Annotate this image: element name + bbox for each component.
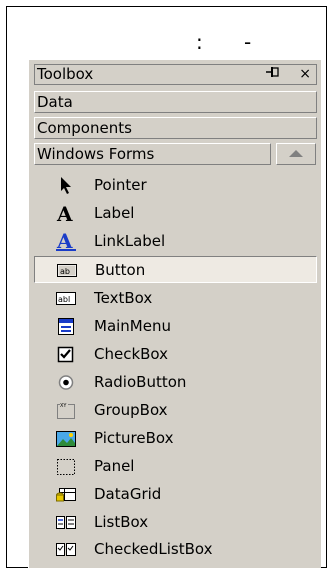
listbox-icon <box>56 513 76 532</box>
toolbox-title: Toolbox <box>37 65 94 83</box>
tab-windows-forms[interactable]: Windows Forms <box>34 143 271 165</box>
toolbox-item-label: Pointer <box>94 176 147 194</box>
toolbox-item-label: PictureBox <box>94 429 174 447</box>
toolbox-item-label: Panel <box>94 457 135 475</box>
svg-text:abl: abl <box>58 295 70 304</box>
toolbox-item-label: CheckBox <box>94 345 169 363</box>
toolbox-item-button[interactable]: ab Button <box>34 256 317 283</box>
chevron-up-icon <box>289 150 303 157</box>
toolbox-item-checkedlistbox[interactable]: CheckedListBox <box>34 536 317 563</box>
caption-dash: - <box>244 30 254 54</box>
toolbox-item-mainmenu[interactable]: MainMenu <box>34 313 317 340</box>
radiobutton-icon <box>56 373 76 392</box>
svg-text:A: A <box>56 204 73 223</box>
textbox-icon: abl <box>56 289 76 308</box>
toolbox-item-label: TextBox <box>94 289 153 307</box>
groupbox-icon: XY <box>56 401 76 420</box>
panel-icon <box>56 457 76 476</box>
toolbox-item-label: DataGrid <box>94 485 162 503</box>
toolbox-item-datagrid[interactable]: DataGrid <box>34 481 317 508</box>
checkbox-icon <box>56 345 76 364</box>
svg-text:XY: XY <box>60 403 67 409</box>
toolbox-item-label: LinkLabel <box>94 232 166 250</box>
toolbox-item-label-control[interactable]: A Label <box>34 200 317 227</box>
toolbox-item-checkbox[interactable]: CheckBox <box>34 341 317 368</box>
pin-icon[interactable] <box>266 65 280 84</box>
toolbox-item-label: CheckedListBox <box>94 540 213 558</box>
label-icon: A <box>56 202 76 226</box>
pointer-icon <box>56 176 76 195</box>
toolbox-item-radiobutton[interactable]: RadioButton <box>34 369 317 396</box>
button-icon: ab <box>57 261 77 280</box>
svg-text:ab: ab <box>60 267 70 276</box>
svg-text:A: A <box>56 232 73 251</box>
toolbox-item-pointer[interactable]: Pointer <box>34 172 317 199</box>
toolbox-header: Toolbox × <box>34 64 317 85</box>
picturebox-icon <box>56 429 76 448</box>
toolbox-item-label: Button <box>95 261 146 279</box>
checkedlistbox-icon <box>56 540 76 559</box>
mainmenu-icon <box>56 317 76 336</box>
linklabel-icon: A <box>56 229 76 253</box>
toolbox-item-label: RadioButton <box>94 373 187 391</box>
toolbox-item-label: MainMenu <box>94 317 171 335</box>
toolbox-item-textbox[interactable]: abl TextBox <box>34 285 317 312</box>
caption-colon: : <box>196 30 205 54</box>
toolbox-item-linklabel[interactable]: A LinkLabel <box>34 228 317 255</box>
close-icon[interactable]: × <box>299 65 311 84</box>
toolbox-item-listbox[interactable]: ListBox <box>34 509 317 536</box>
scroll-up-button[interactable] <box>276 143 316 165</box>
toolbox-item-picturebox[interactable]: PictureBox <box>34 425 317 452</box>
toolbox-item-groupbox[interactable]: XY GroupBox <box>34 397 317 424</box>
toolbox-item-label: ListBox <box>94 513 149 531</box>
toolbox-item-panel[interactable]: Panel <box>34 453 317 480</box>
toolbox-item-label: GroupBox <box>94 401 168 419</box>
toolbox-item-label: Label <box>94 204 135 222</box>
tab-data[interactable]: Data <box>34 91 317 113</box>
toolbox-panel: Toolbox × Data Components Windows Forms … <box>28 60 321 568</box>
tab-components[interactable]: Components <box>34 117 317 139</box>
datagrid-icon <box>56 485 76 504</box>
